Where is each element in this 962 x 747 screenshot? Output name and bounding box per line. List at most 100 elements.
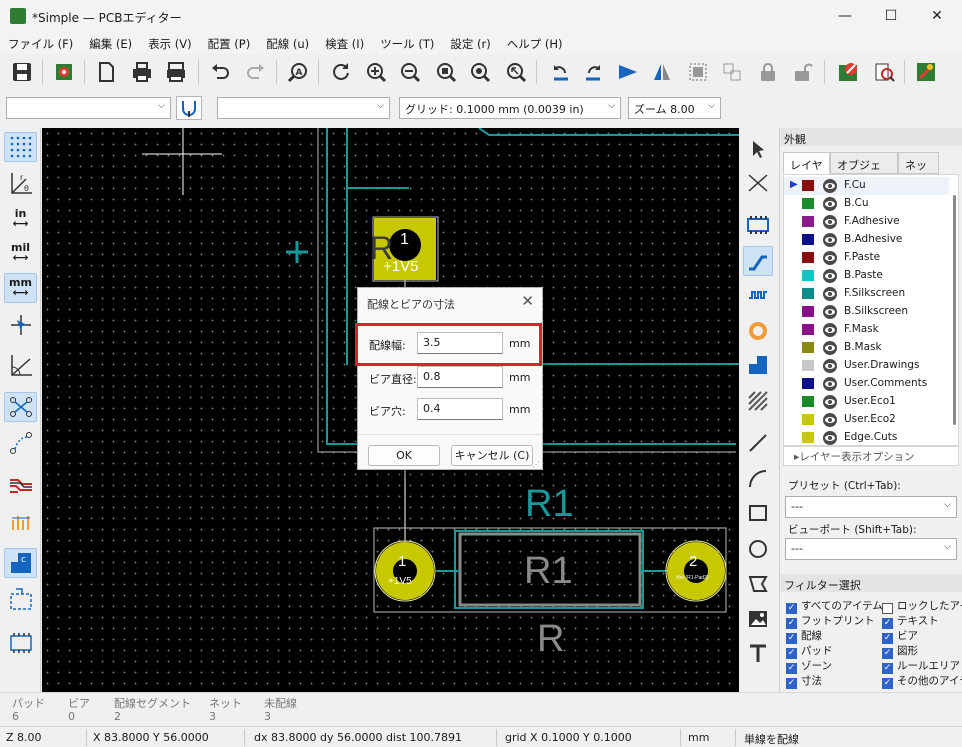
filter-checkbox[interactable]: ✓ その他のアイテ — [882, 673, 962, 689]
board-setup-icon[interactable] — [50, 58, 78, 86]
eye-icon[interactable] — [822, 412, 838, 428]
layer-row[interactable]: B.Silkscreen — [784, 303, 949, 321]
layer-color-swatch[interactable] — [802, 324, 814, 335]
layer-row[interactable]: User.Eco1 — [784, 393, 949, 411]
filter-checkbox[interactable]: ✓ ルールエリア — [882, 658, 960, 674]
draw-line-icon[interactable] — [743, 428, 773, 458]
plot-icon[interactable] — [162, 58, 190, 86]
ratsnest-curve-icon[interactable] — [4, 350, 37, 380]
group-icon[interactable] — [684, 58, 712, 86]
menu-inspect[interactable]: 検査 (I) — [317, 32, 372, 52]
layer-color-swatch[interactable] — [802, 432, 814, 443]
unlock-icon[interactable] — [788, 58, 816, 86]
cursor-shape-icon[interactable] — [4, 310, 37, 340]
grid-toggle-icon[interactable] — [4, 132, 37, 162]
curved-ratsnest-icon[interactable] — [4, 428, 37, 458]
add-zone-icon[interactable] — [743, 350, 773, 380]
draw-arc-icon[interactable] — [743, 464, 773, 494]
layer-row[interactable]: F.Silkscreen — [784, 285, 949, 303]
mirror-vertical-icon[interactable] — [614, 58, 642, 86]
layer-color-swatch[interactable] — [802, 216, 814, 227]
eye-icon[interactable] — [822, 214, 838, 230]
tab-nets[interactable]: ネット — [898, 152, 939, 188]
ok-button[interactable]: OK — [368, 445, 440, 466]
filter-checkbox[interactable]: ✓ テキスト — [882, 613, 939, 629]
drc-icon[interactable] — [834, 58, 862, 86]
viewport-select[interactable]: --- ⌵ — [785, 538, 957, 560]
minimize-button[interactable]: — — [822, 0, 868, 32]
find-icon[interactable]: A — [284, 58, 312, 86]
menu-route[interactable]: 配線 (u) — [258, 32, 317, 52]
filter-checkbox[interactable]: ✓ 寸法 — [786, 673, 822, 689]
layer-row[interactable]: User.Drawings — [784, 357, 949, 375]
layer-color-swatch[interactable] — [802, 306, 814, 317]
undo-icon[interactable] — [206, 58, 234, 86]
filter-checkbox[interactable]: ✓ パッド — [786, 643, 833, 659]
menu-preferences[interactable]: 設定 (r) — [442, 32, 498, 52]
menu-view[interactable]: 表示 (V) — [140, 32, 200, 52]
tab-layers[interactable]: レイヤー — [783, 152, 830, 188]
eye-icon[interactable] — [822, 358, 838, 374]
local-ratsnest-icon[interactable] — [743, 168, 773, 198]
footprint-outline-icon[interactable] — [4, 628, 37, 658]
select-arrow-icon[interactable] — [743, 134, 773, 164]
scripting-icon[interactable] — [912, 58, 940, 86]
eye-icon[interactable] — [822, 196, 838, 212]
grid-select[interactable]: グリッド: 0.1000 mm (0.0039 in) ⌵ — [399, 97, 621, 119]
eye-icon[interactable] — [822, 430, 838, 445]
units-in-icon[interactable]: in ⟷ — [4, 204, 37, 234]
draw-polygon-icon[interactable] — [743, 568, 773, 598]
units-mm-icon[interactable]: mm ⟷ — [4, 273, 37, 303]
ungroup-icon[interactable] — [718, 58, 746, 86]
preset-select[interactable]: --- ⌵ — [785, 496, 957, 518]
layer-color-swatch[interactable] — [802, 396, 814, 407]
eye-icon[interactable] — [822, 232, 838, 248]
lock-icon[interactable] — [754, 58, 782, 86]
tab-objects[interactable]: オブジェクト — [830, 152, 898, 188]
layer-color-swatch[interactable] — [802, 342, 814, 353]
zoom-select[interactable]: ズーム 8.00 ⌵ — [628, 97, 721, 119]
layer-row[interactable]: Edge.Cuts — [784, 429, 949, 445]
menu-tools[interactable]: ツール (T) — [372, 32, 442, 52]
auto-track-width-button[interactable] — [176, 96, 202, 120]
layer-color-swatch[interactable] — [802, 414, 814, 425]
via-drill-input[interactable]: 0.4 — [417, 398, 503, 420]
filter-checkbox[interactable]: ✓ 配線 — [786, 628, 822, 644]
polar-coords-icon[interactable]: rθ — [4, 168, 37, 198]
layer-color-swatch[interactable] — [802, 180, 814, 191]
menu-file[interactable]: ファイル (F) — [0, 32, 81, 52]
route-diff-pair-icon[interactable] — [743, 280, 773, 310]
layer-row[interactable]: ▶ F.Cu — [784, 177, 949, 195]
zoom-fit-icon[interactable] — [432, 58, 460, 86]
eye-icon[interactable] — [822, 322, 838, 338]
filter-checkbox[interactable]: ✓ ビア — [882, 628, 918, 644]
via-diameter-input[interactable]: 0.8 — [417, 366, 503, 388]
save-icon[interactable] — [8, 58, 36, 86]
add-text-icon[interactable] — [743, 638, 773, 668]
layer-color-swatch[interactable] — [802, 270, 814, 281]
route-track-icon[interactable] — [743, 246, 773, 276]
layer-color-swatch[interactable] — [802, 198, 814, 209]
layer-row[interactable]: B.Mask — [784, 339, 949, 357]
track-outline-icon[interactable] — [4, 506, 37, 536]
cancel-button[interactable]: キャンセル (C) — [451, 445, 533, 466]
layer-color-swatch[interactable] — [802, 378, 814, 389]
layer-row[interactable]: F.Adhesive — [784, 213, 949, 231]
zoom-objects-icon[interactable] — [466, 58, 494, 86]
eye-icon[interactable] — [822, 304, 838, 320]
layer-color-swatch[interactable] — [802, 288, 814, 299]
draw-circle-icon[interactable] — [743, 534, 773, 564]
eye-icon[interactable] — [822, 250, 838, 266]
layer-row[interactable]: F.Paste — [784, 249, 949, 267]
eye-icon[interactable] — [822, 286, 838, 302]
menu-place[interactable]: 配置 (P) — [200, 32, 259, 52]
layer-color-swatch[interactable] — [802, 252, 814, 263]
board-inspector-icon[interactable] — [870, 58, 898, 86]
layer-row[interactable]: B.Paste — [784, 267, 949, 285]
eye-icon[interactable] — [822, 340, 838, 356]
layer-row[interactable]: B.Cu — [784, 195, 949, 213]
draw-rectangle-icon[interactable] — [743, 498, 773, 528]
eye-icon[interactable] — [822, 376, 838, 392]
layer-list-scrollbar[interactable] — [953, 195, 956, 425]
close-window-button[interactable]: ✕ — [914, 0, 960, 32]
